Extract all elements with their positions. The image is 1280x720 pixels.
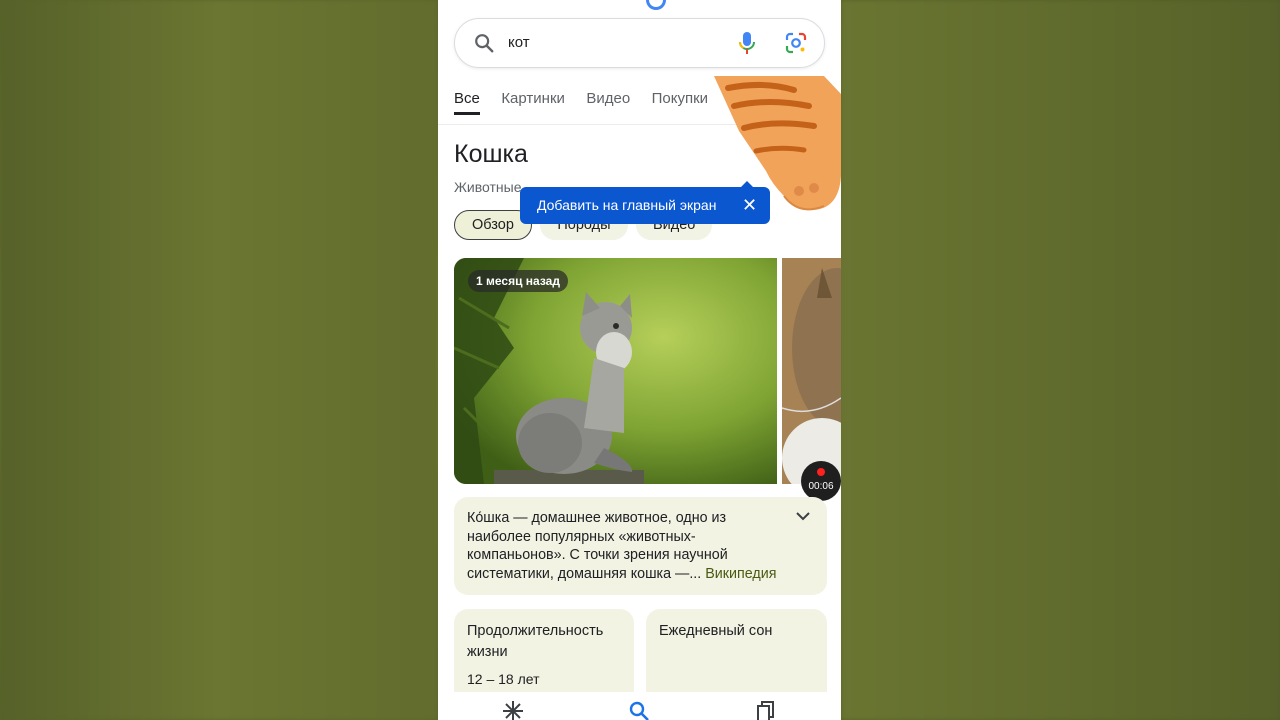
add-to-homescreen-tooltip[interactable]: Добавить на главный экран ✕ <box>520 181 770 224</box>
close-icon[interactable]: ✕ <box>742 195 757 215</box>
knowledge-panel-subtitle: Животные <box>454 179 522 195</box>
lens-icon[interactable] <box>785 32 807 54</box>
discover-icon[interactable] <box>502 700 524 720</box>
fact-label: Ежедневный сон <box>659 623 773 639</box>
search-bar[interactable]: кот <box>454 18 825 68</box>
phone-screen: кот Все Картинки Видео Покупки Кошка Жив… <box>438 0 841 720</box>
knowledge-panel-title: Кошка <box>454 140 528 168</box>
recording-time: 00:06 <box>808 481 834 492</box>
search-nav-icon[interactable] <box>628 700 650 720</box>
bottom-navigation <box>438 692 841 720</box>
fact-value: 12 – 18 лет <box>467 671 540 687</box>
search-icon[interactable] <box>473 32 495 54</box>
chevron-down-icon[interactable] <box>796 511 810 521</box>
backdrop-left <box>0 0 438 720</box>
search-input[interactable]: кот <box>508 34 530 51</box>
tab-all[interactable]: Все <box>454 90 480 115</box>
backdrop-right <box>841 0 1280 720</box>
fact-label: Продолжительность жизни <box>467 623 604 660</box>
record-dot-icon <box>817 468 825 476</box>
cat-image-second[interactable] <box>782 258 841 484</box>
tab-shopping[interactable]: Покупки <box>652 90 708 115</box>
image-age-badge: 1 месяц назад <box>468 270 568 292</box>
google-logo-fragment <box>646 0 666 10</box>
description-card[interactable]: Ко́шка — домашнее животное, одно из наиб… <box>454 497 827 595</box>
description-text: Ко́шка — домашнее животное, одно из наиб… <box>467 509 787 583</box>
search-tabs: Все Картинки Видео Покупки <box>454 90 725 120</box>
tooltip-text: Добавить на главный экран <box>537 197 717 213</box>
tab-videos[interactable]: Видео <box>586 90 630 115</box>
tooltip-arrow <box>741 181 753 187</box>
tab-images[interactable]: Картинки <box>501 90 565 115</box>
mic-icon[interactable] <box>737 31 757 55</box>
tabs-icon[interactable] <box>755 700 777 720</box>
screen-recording-indicator[interactable]: 00:06 <box>801 461 841 501</box>
description-body: Ко́шка — домашнее животное, одно из наиб… <box>467 510 728 582</box>
wikipedia-link[interactable]: Википедия <box>705 566 776 582</box>
